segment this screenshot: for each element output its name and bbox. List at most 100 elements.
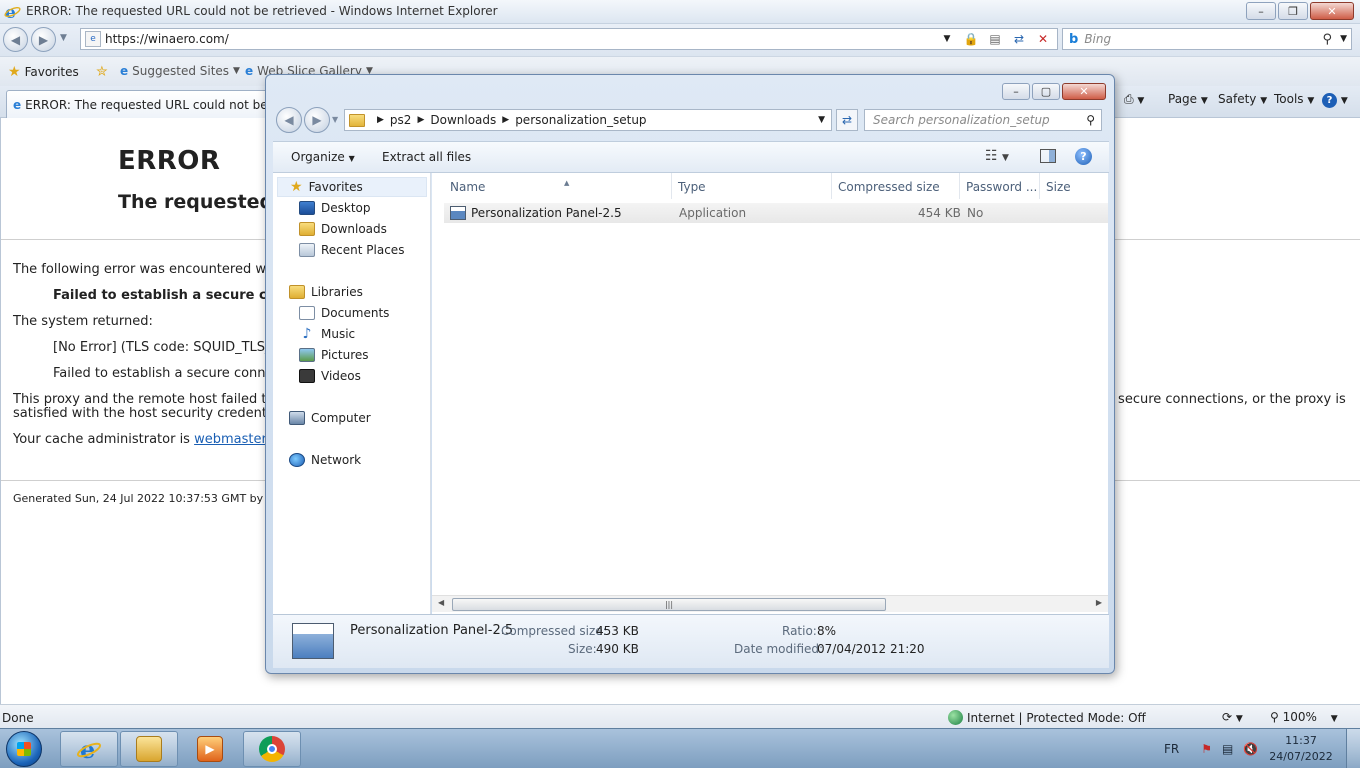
file-name: Personalization Panel-2.5: [471, 206, 622, 220]
taskbar-chrome[interactable]: [243, 731, 301, 767]
explorer-minimize-button[interactable]: –: [1002, 83, 1030, 100]
status-bar: Done Internet | Protected Mode: Off ⟳ ▼ …: [0, 704, 1360, 728]
taskbar-internet-explorer[interactable]: e: [60, 731, 118, 767]
breadcrumb-item[interactable]: personalization_setup: [515, 113, 646, 127]
add-to-favorites-bar-button[interactable]: ✮: [96, 64, 108, 80]
sidebar-item-pictures[interactable]: Pictures: [299, 348, 369, 362]
history-dropdown-icon[interactable]: ▼: [60, 33, 67, 43]
column-header-password[interactable]: Password ...: [960, 173, 1040, 199]
search-icon[interactable]: ⚲: [1323, 32, 1333, 47]
sidebar-item-desktop[interactable]: Desktop: [299, 201, 371, 215]
status-text: Done: [2, 711, 34, 725]
horizontal-scrollbar[interactable]: ◀ ||| ▶: [432, 595, 1108, 612]
breadcrumb-item[interactable]: Downloads: [430, 113, 496, 127]
chevron-down-icon[interactable]: ▼: [818, 115, 825, 125]
change-view-icon[interactable]: ☷ ▼: [985, 148, 1009, 164]
language-indicator[interactable]: FR: [1164, 742, 1179, 756]
explorer-refresh-button[interactable]: ⇄: [836, 109, 858, 131]
close-button[interactable]: ✕: [1310, 2, 1354, 20]
chevron-right-icon[interactable]: ▶: [417, 115, 424, 125]
security-zone-label: Internet | Protected Mode: Off: [967, 710, 1146, 725]
taskbar-explorer[interactable]: [120, 731, 178, 767]
sidebar-item-recent-places[interactable]: Recent Places: [299, 243, 404, 257]
sidebar-item-computer[interactable]: Computer: [289, 411, 371, 425]
explorer-search-placeholder[interactable]: Search personalization_setup: [873, 113, 1086, 127]
page-menu[interactable]: Page ▼: [1168, 92, 1208, 106]
forward-button[interactable]: ▶: [31, 27, 56, 52]
stop-icon[interactable]: ✕: [1033, 30, 1053, 48]
system-tray: FR ⚑ ▤ 🔇: [1160, 729, 1258, 768]
scrollbar-thumb[interactable]: |||: [452, 598, 886, 611]
zoom-control[interactable]: ⚲ 100% ▼: [1270, 710, 1338, 724]
address-dropdown-icon[interactable]: ▼: [937, 30, 957, 48]
print-icon[interactable]: ⎙ ▼: [1124, 92, 1144, 107]
sidebar-item-libraries[interactable]: Libraries: [289, 285, 363, 299]
sidebar-item-favorites[interactable]: ★ Favorites: [277, 177, 427, 197]
scroll-right-icon[interactable]: ▶: [1096, 598, 1102, 607]
ie-navigation-bar: ◀ ▶ ▼ e https://winaero.com/ ▼ 🔒 ▤ ⇄ ✕ b…: [0, 24, 1360, 56]
preview-pane-icon[interactable]: [1040, 149, 1056, 163]
column-header-type[interactable]: Type: [672, 173, 832, 199]
explorer-window: – ▢ ✕ ◀ ▶ ▼ ▶ ps2 ▶ Downloads ▶ personal…: [265, 74, 1115, 674]
favorites-label: Favorites: [24, 65, 79, 79]
sidebar-item-downloads[interactable]: Downloads: [299, 222, 387, 236]
file-compressed-size: 454 KB: [918, 206, 961, 220]
explorer-back-button[interactable]: ◀: [276, 107, 302, 133]
sidebar-item-videos[interactable]: Videos: [299, 369, 361, 383]
help-menu[interactable]: ? ▼: [1322, 92, 1348, 108]
favorites-button[interactable]: ★ Favorites: [8, 64, 79, 80]
explorer-search-box[interactable]: Search personalization_setup ⚲: [864, 109, 1102, 131]
compatibility-view-icon[interactable]: ▤: [985, 30, 1005, 48]
breadcrumb-item[interactable]: ps2: [390, 113, 412, 127]
action-center-icon[interactable]: ⚑: [1201, 742, 1212, 756]
tab-current[interactable]: e ERROR: The requested URL could not be …: [6, 90, 271, 118]
search-placeholder[interactable]: Bing: [1084, 32, 1322, 46]
search-dropdown-icon[interactable]: ▼: [1340, 34, 1347, 44]
sidebar-item-documents[interactable]: Documents: [299, 306, 389, 320]
start-button[interactable]: [6, 731, 42, 767]
table-row[interactable]: Personalization Panel-2.5 Application 45…: [444, 203, 1108, 223]
extract-all-button[interactable]: Extract all files: [382, 150, 471, 164]
column-header-compressed-size[interactable]: Compressed size: [832, 173, 960, 199]
taskbar-media-player[interactable]: ▶: [181, 731, 239, 767]
explorer-close-button[interactable]: ✕: [1062, 83, 1106, 100]
network-icon[interactable]: ▤: [1222, 742, 1233, 756]
back-button[interactable]: ◀: [3, 27, 28, 52]
organize-button[interactable]: Organize ▼: [291, 150, 355, 164]
sidebar-item-music[interactable]: ♪ Music: [299, 327, 356, 341]
suggested-sites-label: Suggested Sites: [132, 64, 230, 78]
minimize-button[interactable]: –: [1246, 2, 1276, 20]
clock[interactable]: 11:37 24/07/2022: [1268, 733, 1334, 765]
protected-mode-icon[interactable]: ⟳ ▼: [1222, 710, 1243, 724]
lock-icon[interactable]: 🔒: [961, 30, 981, 48]
folder-icon: [349, 113, 365, 127]
search-box[interactable]: b Bing ⚲ ▼: [1062, 28, 1352, 50]
restore-button[interactable]: ❐: [1278, 2, 1308, 20]
volume-muted-icon[interactable]: 🔇: [1243, 742, 1258, 756]
details-modified-label: Date modified:: [734, 642, 824, 656]
column-header-size[interactable]: Size: [1040, 173, 1108, 199]
scroll-left-icon[interactable]: ◀: [438, 598, 444, 607]
safety-menu[interactable]: Safety ▼: [1218, 92, 1267, 106]
error-heading: ERROR: [118, 146, 221, 176]
chevron-right-icon[interactable]: ▶: [377, 115, 384, 125]
sidebar-item-network[interactable]: Network: [289, 453, 361, 467]
security-zone[interactable]: Internet | Protected Mode: Off: [948, 710, 1146, 725]
address-bar[interactable]: e https://winaero.com/ ▼ 🔒 ▤ ⇄ ✕: [80, 28, 1058, 50]
refresh-icon[interactable]: ⇄: [1009, 30, 1029, 48]
desktop-icon: [299, 201, 315, 215]
suggested-sites-link[interactable]: e Suggested Sites ▼: [120, 64, 240, 78]
explorer-forward-button[interactable]: ▶: [304, 107, 330, 133]
explorer-maximize-button[interactable]: ▢: [1032, 83, 1060, 100]
tools-menu[interactable]: Tools ▼: [1274, 92, 1314, 106]
column-header-name[interactable]: Name ▲: [444, 173, 672, 199]
address-url[interactable]: https://winaero.com/: [105, 32, 937, 46]
help-icon[interactable]: ?: [1075, 148, 1092, 165]
search-icon[interactable]: ⚲: [1086, 113, 1095, 127]
breadcrumb[interactable]: ▶ ps2 ▶ Downloads ▶ personalization_setu…: [344, 109, 832, 131]
recent-pages-dropdown-icon[interactable]: ▼: [332, 115, 338, 124]
safety-menu-label: Safety: [1218, 92, 1257, 106]
webmaster-link[interactable]: webmaster: [194, 432, 266, 447]
chevron-right-icon[interactable]: ▶: [502, 115, 509, 125]
show-desktop-button[interactable]: [1346, 729, 1360, 768]
